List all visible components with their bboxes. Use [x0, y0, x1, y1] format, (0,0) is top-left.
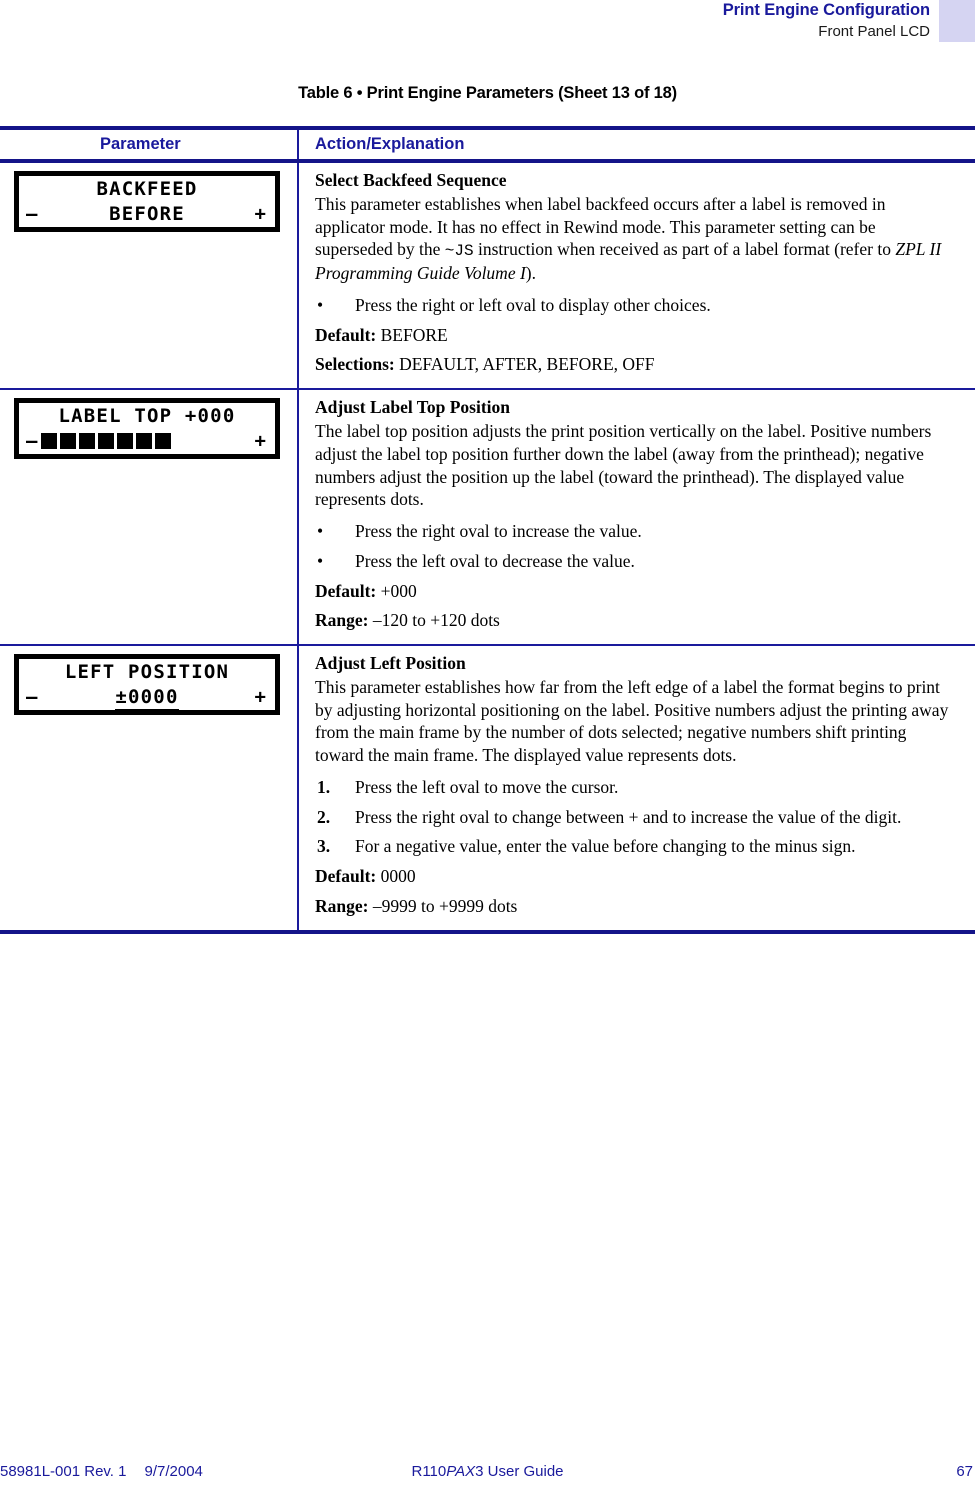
lcd-line-1: BACKFEED: [96, 178, 198, 200]
row-3-parameter-cell: LEFT POSITION ±0000 – +: [0, 646, 297, 930]
header-cell-action: Action/Explanation: [297, 130, 975, 159]
lcd-bargraph-block: [155, 433, 171, 450]
lcd-bargraph-block: [79, 433, 95, 450]
list-item: • Press the left oval to decrease the val…: [315, 550, 953, 573]
row-3-range-value: –9999 to +9999 dots: [372, 895, 518, 916]
lcd-value-with-cursor: ±0000: [115, 685, 179, 712]
row-3-range-line: Range: –9999 to +9999 dots: [315, 895, 953, 918]
row-1-desc-post: ).: [525, 263, 536, 284]
lcd-plus-indicator: +: [254, 203, 266, 225]
table-header-row: Parameter Action/Explanation: [0, 130, 975, 159]
footer-guide-title: R110PAX3 User Guide: [0, 1463, 975, 1480]
lcd-plus-indicator: +: [254, 430, 266, 453]
row-2-default-value: +000: [380, 580, 417, 601]
page-footer: 58981L-001 Rev. 1 9/7/2004 R110PAX3 User …: [0, 1463, 975, 1487]
row-2-parameter-cell: LABEL TOP +000 – +: [0, 390, 297, 644]
page-header: Print Engine Configuration Front Panel L…: [0, 0, 975, 60]
step-number: 3.: [317, 836, 331, 857]
table-bottom-rule: [0, 929, 975, 934]
row-1-bullet-0: Press the right or left oval to display …: [355, 294, 711, 315]
row-3-step-2: For a negative value, enter the value be…: [355, 836, 856, 857]
parameters-table: Parameter Action/Explanation BACKFEED BE…: [0, 126, 975, 934]
row-3-step-list: 1. Press the left oval to move the cursor…: [315, 776, 953, 858]
list-item: 1. Press the left oval to move the cursor…: [315, 776, 953, 799]
table-row: BACKFEED BEFORE – + Select Backfeed Sequ…: [0, 163, 975, 389]
lcd-bargraph: [41, 433, 171, 450]
row-1-default-line: Default: BEFORE: [315, 324, 953, 347]
bullet-marker-icon: •: [317, 294, 324, 315]
row-1-selections-label: Selections:: [315, 354, 395, 375]
row-3-action-cell: Adjust Left Position This parameter esta…: [297, 646, 975, 930]
row-1-default-label: Default:: [315, 324, 377, 345]
row-2-range-line: Range: –120 to +120 dots: [315, 609, 953, 632]
row-1-selections-line: Selections: DEFAULT, AFTER, BEFORE, OFF: [315, 353, 953, 376]
row-3-default-value: 0000: [380, 866, 416, 887]
row-1-desc-code: ~JS: [444, 242, 474, 261]
row-1-action-cell: Select Backfeed Sequence This parameter …: [297, 163, 975, 389]
list-item: • Press the right oval to increase the va…: [315, 520, 953, 543]
footer-page-number: 67: [956, 1463, 973, 1480]
row-3-description: This parameter establishes how far from …: [315, 676, 949, 766]
row-2-bullet-list: • Press the right oval to increase the va…: [315, 520, 953, 573]
lcd-display-backfeed: BACKFEED BEFORE – +: [14, 171, 280, 232]
lcd-minus-indicator: –: [26, 430, 38, 453]
lcd-bargraph-block: [117, 433, 133, 450]
row-2-range-value: –120 to +120 dots: [372, 610, 500, 631]
step-number: 1.: [317, 776, 331, 797]
table-caption: Table 6 • Print Engine Parameters (Sheet…: [298, 84, 677, 102]
row-2-description: The label top position adjusts the print…: [315, 421, 932, 510]
lcd-line-1: LEFT POSITION: [64, 661, 230, 684]
lcd-plus-indicator: +: [254, 686, 266, 709]
lcd-bargraph-block: [136, 433, 152, 450]
header-color-swatch: [939, 0, 975, 42]
row-2-heading: Adjust Label Top Position: [315, 397, 510, 418]
row-2-default-line: Default: +000: [315, 580, 953, 603]
footer-guide-post: 3 User Guide: [475, 1463, 564, 1480]
column-header-action: Action/Explanation: [315, 135, 465, 153]
lcd-bargraph-block: [98, 433, 114, 450]
row-3-heading: Adjust Left Position: [315, 653, 466, 674]
row-1-description: This parameter establishes when label ba…: [315, 193, 953, 285]
footer-guide-italic: PAX: [446, 1463, 476, 1480]
lcd-minus-indicator: –: [26, 686, 38, 709]
bullet-marker-icon: •: [317, 550, 324, 571]
header-title: Print Engine Configuration: [722, 1, 930, 19]
row-2-range-label: Range:: [315, 610, 369, 631]
lcd-display-left-position: LEFT POSITION ±0000 – +: [14, 654, 280, 716]
footer-guide-pre: R110: [411, 1463, 447, 1480]
step-number: 2.: [317, 806, 331, 827]
row-1-heading: Select Backfeed Sequence: [315, 170, 507, 190]
row-2-action-cell: Adjust Label Top Position The label top …: [297, 390, 975, 645]
table-row: LEFT POSITION ±0000 – + Adjust Left Posi…: [0, 646, 975, 930]
row-2-bullet-0: Press the right oval to increase the val…: [355, 521, 642, 542]
bullet-marker-icon: •: [317, 521, 324, 542]
row-3-step-1: Press the right oval to change between +…: [355, 806, 902, 827]
header-cell-parameter: Parameter: [0, 130, 297, 159]
lcd-line-1: LABEL TOP +000: [58, 405, 236, 428]
row-2-default-label: Default:: [315, 580, 377, 601]
table-row: LABEL TOP +000 – + Adjust Label Top Posi…: [0, 390, 975, 645]
row-2-bullet-1: Press the left oval to decrease the valu…: [355, 550, 635, 571]
lcd-line-2: BEFORE: [109, 203, 185, 225]
lcd-line-2: ±0000: [19, 685, 275, 712]
row-1-default-value: BEFORE: [380, 324, 448, 345]
lcd-display-label-top: LABEL TOP +000 – +: [14, 398, 280, 460]
row-3-default-line: Default: 0000: [315, 865, 953, 888]
row-3-step-0: Press the left oval to move the cursor.: [355, 776, 619, 797]
row-1-bullet-list: • Press the right or left oval to display…: [315, 294, 953, 317]
lcd-bargraph-block: [60, 433, 76, 450]
row-3-range-label: Range:: [315, 895, 369, 916]
header-subtitle: Front Panel LCD: [818, 23, 930, 40]
list-item: 2. Press the right oval to change between…: [315, 806, 953, 829]
row-1-desc-mid: instruction when received as part of a l…: [473, 239, 896, 260]
row-3-default-label: Default:: [315, 866, 377, 887]
lcd-bargraph-block: [41, 433, 57, 450]
list-item: • Press the right or left oval to display…: [315, 294, 953, 317]
row-1-selections-value: DEFAULT, AFTER, BEFORE, OFF: [399, 354, 655, 375]
list-item: 3. For a negative value, enter the value …: [315, 835, 953, 858]
row-1-parameter-cell: BACKFEED BEFORE – +: [0, 163, 297, 388]
column-header-parameter: Parameter: [100, 135, 181, 153]
lcd-minus-indicator: –: [26, 203, 38, 225]
